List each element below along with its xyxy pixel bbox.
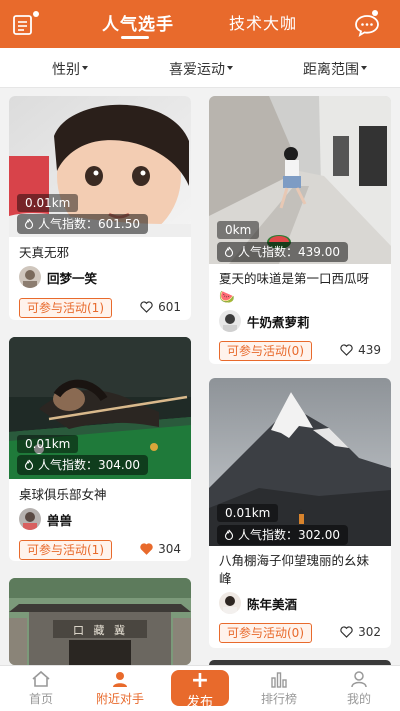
chat-notification-dot (372, 10, 378, 16)
menu-icon[interactable] (12, 14, 34, 36)
avatar (219, 592, 241, 614)
player-card[interactable]: 0.01km 人气指数：302.00 八角棚海子仰望瑰丽的幺妹峰 陈年美酒 可参… (209, 378, 391, 648)
gate-sign: 口 藏 冀 (73, 624, 128, 637)
person-icon (113, 672, 127, 687)
popularity-tag: 人气指数：439.00 (217, 242, 348, 262)
like-button[interactable]: 302 (340, 625, 381, 639)
heart-icon (140, 301, 153, 313)
avatar (19, 508, 41, 530)
player-photo: 0km 人气指数：439.00 (209, 96, 391, 264)
card-title: 天真无邪 (19, 245, 70, 260)
popularity-tag: 人气指数：304.00 (17, 455, 148, 475)
notification-dot (33, 11, 39, 17)
publish-button[interactable]: + 发布 (171, 668, 229, 710)
like-button[interactable]: 439 (340, 343, 381, 357)
tab-tech-experts[interactable]: 技术大咖 (229, 10, 297, 34)
top-header: 人气选手 技术大咖 (0, 0, 400, 48)
avatar (19, 266, 41, 288)
heart-filled-icon (140, 543, 153, 555)
popularity-value: 人气指数：302.00 (238, 528, 340, 542)
sport-filter-label: 喜爱运动 (169, 62, 225, 78)
username: 回梦一笑 (47, 270, 98, 286)
username: 兽兽 (47, 512, 73, 528)
gender-filter[interactable]: 性别 (52, 59, 88, 79)
caret-down-icon (82, 66, 88, 70)
flame-icon (24, 459, 34, 471)
distance-tag: 0.01km (17, 435, 79, 453)
distance-tag: 0.01km (17, 194, 79, 212)
user-row[interactable]: 回梦一笑 (9, 264, 191, 290)
flame-icon (224, 246, 234, 258)
distance-filter[interactable]: 距离范围 (303, 59, 367, 79)
popularity-tag: 人气指数：601.50 (17, 214, 148, 234)
nav-ranking[interactable]: 排行榜 (249, 670, 309, 707)
player-card[interactable]: 口 藏 冀 (9, 578, 191, 665)
popularity-value: 人气指数：304.00 (38, 458, 140, 472)
user-row[interactable]: 陈年美酒 (209, 590, 391, 616)
distance-tag: 0km (217, 221, 260, 239)
chat-icon[interactable] (354, 13, 380, 37)
gender-filter-label: 性别 (52, 62, 80, 78)
join-activity-button[interactable]: 可参与活动(1) (19, 540, 112, 560)
flame-icon (224, 529, 234, 541)
player-photo: 0.01km 人气指数：302.00 (209, 378, 391, 546)
popularity-value: 人气指数：439.00 (238, 245, 340, 259)
active-tab-indicator (121, 36, 149, 39)
nav-home-label: 首页 (28, 692, 53, 706)
tab-popular-players[interactable]: 人气选手 (102, 10, 174, 35)
home-icon (32, 670, 50, 687)
nav-mine[interactable]: 我的 (329, 670, 389, 707)
like-button[interactable]: 304 (140, 542, 181, 556)
heart-icon (340, 626, 353, 638)
like-count: 601 (158, 300, 181, 314)
sport-filter[interactable]: 喜爱运动 (169, 59, 233, 79)
nav-nearby-label: 附近对手 (95, 692, 144, 706)
player-card[interactable]: 0.01km 人气指数：304.00 桌球俱乐部女神 兽兽 可参与活动(1) 3… (9, 337, 191, 561)
bar-chart-icon (271, 672, 287, 688)
flame-icon (24, 218, 34, 230)
popularity-value: 人气指数：601.50 (38, 217, 140, 231)
plus-icon: + (190, 668, 210, 693)
nav-home[interactable]: 首页 (11, 670, 71, 707)
caret-down-icon (361, 66, 367, 70)
like-count: 439 (358, 343, 381, 357)
publish-label: 发布 (186, 695, 213, 710)
like-count: 304 (158, 542, 181, 556)
distance-tag: 0.01km (217, 504, 279, 522)
like-count: 302 (358, 625, 381, 639)
popularity-tag: 人气指数：302.00 (217, 525, 348, 545)
nav-ranking-label: 排行榜 (260, 692, 297, 706)
nav-mine-label: 我的 (346, 692, 371, 706)
card-title: 八角棚海子仰望瑰丽的幺妹峰 (219, 553, 370, 586)
player-photo: 口 藏 冀 (9, 578, 191, 665)
filter-bar: 性别 喜爱运动 距离范围 (0, 48, 400, 88)
card-title: 桌球俱乐部女神 (19, 487, 107, 502)
player-card[interactable]: 0.01km 人气指数：601.50 天真无邪 回梦一笑 可参与活动(1) 60… (9, 96, 191, 320)
username: 牛奶煮萝莉 (247, 314, 310, 330)
join-activity-button[interactable]: 可参与活动(0) (219, 341, 312, 361)
player-photo: 0.01km 人气指数：601.50 (9, 96, 191, 237)
like-button[interactable]: 601 (140, 300, 181, 314)
avatar (219, 310, 241, 332)
caret-down-icon (227, 66, 233, 70)
player-card[interactable]: 0km 人气指数：439.00 夏天的味道是第一口西瓜呀🍉 牛奶煮萝莉 可参与活… (209, 96, 391, 364)
user-row[interactable]: 牛奶煮萝莉 (209, 308, 391, 334)
join-activity-button[interactable]: 可参与活动(0) (219, 623, 312, 643)
user-icon (351, 671, 367, 688)
user-row[interactable]: 兽兽 (9, 506, 191, 532)
player-photo: 0.01km 人气指数：304.00 (9, 337, 191, 479)
distance-filter-label: 距离范围 (303, 62, 359, 78)
nav-nearby-opponents[interactable]: 附近对手 (90, 670, 150, 707)
card-title: 夏天的味道是第一口西瓜呀🍉 (219, 271, 370, 304)
username: 陈年美酒 (247, 596, 298, 612)
heart-icon (340, 344, 353, 356)
join-activity-button[interactable]: 可参与活动(1) (19, 298, 112, 318)
